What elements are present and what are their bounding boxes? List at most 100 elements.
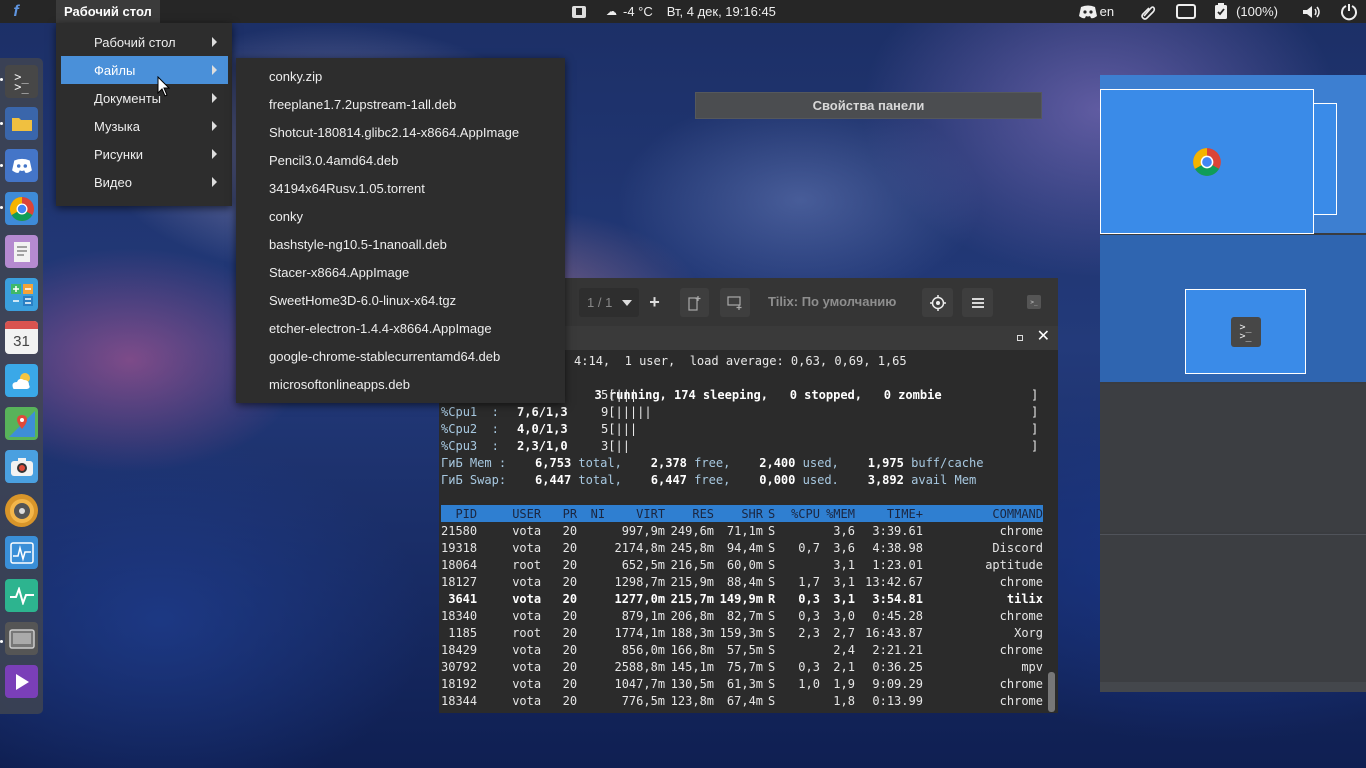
process-table[interactable]: PID USER PR NI VIRT RES SHR S %CPU %MEM TIME+ COMMA… xyxy=(441,505,1043,709)
dock-files[interactable] xyxy=(5,107,38,140)
column-header[interactable]: PID xyxy=(441,505,477,522)
process-table-header[interactable]: PID USER PR NI VIRT RES SHR S %CPU %MEM TIME+ COMMA… xyxy=(441,505,1043,522)
table-cell: 60,0m xyxy=(726,557,764,572)
table-row[interactable]: 1185 root 20 1774,1m 188,3m 159,3m S 2,3 2,7 16:4… xyxy=(441,624,1043,641)
add-session-button[interactable]: + xyxy=(641,288,668,317)
places-menu-item[interactable]: Рисунки xyxy=(61,140,228,168)
keyboard-layout[interactable]: en xyxy=(1100,0,1132,23)
clipboard-icon[interactable] xyxy=(1132,0,1164,23)
close-pane-icon[interactable]: ✕ xyxy=(1037,329,1050,345)
clock-area[interactable]: ☁ -4 °C Вт, 4 дек, 19:16:45 xyxy=(572,0,776,23)
files-menu-item[interactable]: microsoftonlineapps.deb xyxy=(236,370,565,398)
places-menu-item[interactable]: Музыка xyxy=(61,112,228,140)
table-cell: 13:42.67 xyxy=(865,574,923,589)
session-switcher[interactable]: 1 / 1 xyxy=(579,288,639,317)
column-header[interactable]: %CPU xyxy=(783,505,820,522)
column-header[interactable]: USER xyxy=(477,505,541,522)
find-button[interactable] xyxy=(922,288,953,317)
screenshot-icon[interactable] xyxy=(572,5,586,18)
column-header[interactable]: S xyxy=(763,505,783,522)
places-menu-item[interactable]: Видео xyxy=(61,168,228,196)
workspace-3[interactable] xyxy=(1100,384,1366,532)
dock-activity[interactable] xyxy=(5,579,38,612)
places-menu-item-label: Музыка xyxy=(94,118,140,134)
dock-audio[interactable] xyxy=(5,494,38,527)
files-menu-item[interactable]: freeplane1.7.2upstream-1all.deb xyxy=(236,90,565,118)
column-header[interactable]: VIRT xyxy=(605,505,665,522)
split-horizontal-button[interactable] xyxy=(720,288,750,317)
table-row[interactable]: 18340 vota 20 879,1m 206,8m 82,7m S 0,3 3,0 0:45.… xyxy=(441,607,1043,624)
dock-system-monitor[interactable] xyxy=(5,536,38,569)
dock-text-editor[interactable] xyxy=(5,235,38,268)
table-cell: chrome xyxy=(999,574,1043,589)
dock-discord[interactable] xyxy=(5,149,38,182)
workspace-1-window-chrome[interactable] xyxy=(1100,89,1314,234)
files-menu-item[interactable]: conky xyxy=(236,202,565,230)
files-menu-item[interactable]: google-chrome-stablecurrentamd64.deb xyxy=(236,342,565,370)
places-menu-item[interactable]: Рабочий стол xyxy=(61,28,228,56)
files-menu-item[interactable]: Pencil3.0.4amd64.deb xyxy=(236,146,565,174)
dock-calendar[interactable]: 31 xyxy=(5,321,38,354)
column-header[interactable]: SHR xyxy=(714,505,763,522)
column-header[interactable]: PR xyxy=(541,505,577,522)
column-header[interactable]: %MEM xyxy=(820,505,855,522)
dock-camera[interactable] xyxy=(5,450,38,483)
table-row[interactable]: 18192 vota 20 1047,7m 130,5m 61,3m S 1,0 1,9 9:09… xyxy=(441,675,1043,692)
column-header[interactable]: TIME+ xyxy=(855,505,923,522)
table-row[interactable]: 19318 vota 20 2174,8m 245,8m 94,4m S 0,7 3,6 4:38… xyxy=(441,539,1043,556)
workspace-2-window-terminal[interactable]: >_ >_ xyxy=(1185,289,1306,374)
table-row[interactable]: 3641 vota 20 1277,0m 215,7m 149,9m R 0,3 3,1 3:54… xyxy=(441,590,1043,607)
dock-running-dot xyxy=(0,164,3,167)
chevron-down-icon xyxy=(622,299,633,306)
table-row[interactable]: 18429 vota 20 856,0m 166,8m 57,5m S 2,4 2:21.21 c… xyxy=(441,641,1043,658)
power-settings-icon[interactable] xyxy=(1336,0,1366,23)
table-cell: 0,7 xyxy=(798,540,820,555)
terminal-scrollbar[interactable] xyxy=(1048,672,1055,712)
display-icon[interactable] xyxy=(1164,0,1208,23)
discord-icon xyxy=(11,158,32,173)
files-menu-item[interactable]: Stacer-x8664.AppImage xyxy=(236,258,565,286)
split-vertical-button[interactable] xyxy=(680,288,709,317)
files-menu-item[interactable]: bashstyle-ng10.5-1nanoall.deb xyxy=(236,230,565,258)
volume-icon[interactable] xyxy=(1288,0,1336,23)
sidebar-toggle-button[interactable]: >_ xyxy=(1027,295,1041,309)
hamburger-menu-button[interactable] xyxy=(962,288,993,317)
battery-icon[interactable] xyxy=(1208,0,1232,23)
files-menu-item[interactable]: conky.zip xyxy=(236,62,565,90)
table-row[interactable]: 18344 vota 20 776,5m 123,8m 67,4m S 1,8 0:13.99 c… xyxy=(441,692,1043,709)
table-cell: vota xyxy=(512,676,542,691)
workspace-4[interactable] xyxy=(1100,534,1366,682)
files-menu-item[interactable]: 34194x64Rusv.1.05.torrent xyxy=(236,174,565,202)
column-header[interactable]: COMMAND xyxy=(923,505,1043,522)
files-menu-item[interactable]: Shotcut-180814.glibc2.14-x8664.AppImage xyxy=(236,118,565,146)
dock-maps[interactable] xyxy=(5,407,38,440)
camera-icon xyxy=(10,457,33,476)
dock-screen[interactable] xyxy=(5,622,38,655)
table-row[interactable]: 30792 vota 20 2588,8m 145,1m 75,7m S 0,3 2,1 0:36… xyxy=(441,658,1043,675)
submenu-arrow-icon xyxy=(212,177,217,187)
app-menu-button[interactable]: Рабочий стол xyxy=(56,0,160,23)
table-row[interactable]: 21580 vota 20 997,9m 249,6m 71,1m S 3,6 3:39.61 c… xyxy=(441,522,1043,539)
dock-media-player[interactable] xyxy=(5,665,38,698)
dock-calculator[interactable] xyxy=(5,278,38,311)
table-row[interactable]: 18127 vota 20 1298,7m 215,9m 88,4m S 1,7 3,1 13:4… xyxy=(441,573,1043,590)
date-time[interactable]: Вт, 4 дек, 19:16:45 xyxy=(667,4,776,19)
places-menu-item[interactable]: Файлы xyxy=(61,56,228,84)
files-menu-item[interactable]: etcher-electron-1.4.4-x8664.AppImage xyxy=(236,314,565,342)
workspace-1-window-back[interactable] xyxy=(1313,103,1337,215)
places-menu-item[interactable]: Документы xyxy=(61,84,228,112)
table-row[interactable]: 18064 root 20 652,5m 216,5m 60,0m S 3,1 1:23.01 a… xyxy=(441,556,1043,573)
column-header[interactable]: RES xyxy=(665,505,714,522)
column-header[interactable]: NI xyxy=(577,505,605,522)
workspace-switcher[interactable]: >_ >_ xyxy=(1100,75,1366,692)
dock-chrome[interactable] xyxy=(5,192,38,225)
files-menu-item[interactable]: SweetHome3D-6.0-linux-x64.tgz xyxy=(236,286,565,314)
table-cell: 216,5m xyxy=(670,557,715,572)
table-cell xyxy=(577,573,605,590)
weather-cloud-icon: ☁ xyxy=(606,6,617,18)
fedora-logo-icon[interactable]: f xyxy=(0,0,32,23)
maximize-pane-icon[interactable] xyxy=(1017,335,1023,341)
dock-weather[interactable] xyxy=(5,364,38,397)
panel-properties-title[interactable]: Свойства панели xyxy=(695,92,1042,119)
dock-terminal[interactable]: >_ >_ xyxy=(5,65,38,98)
